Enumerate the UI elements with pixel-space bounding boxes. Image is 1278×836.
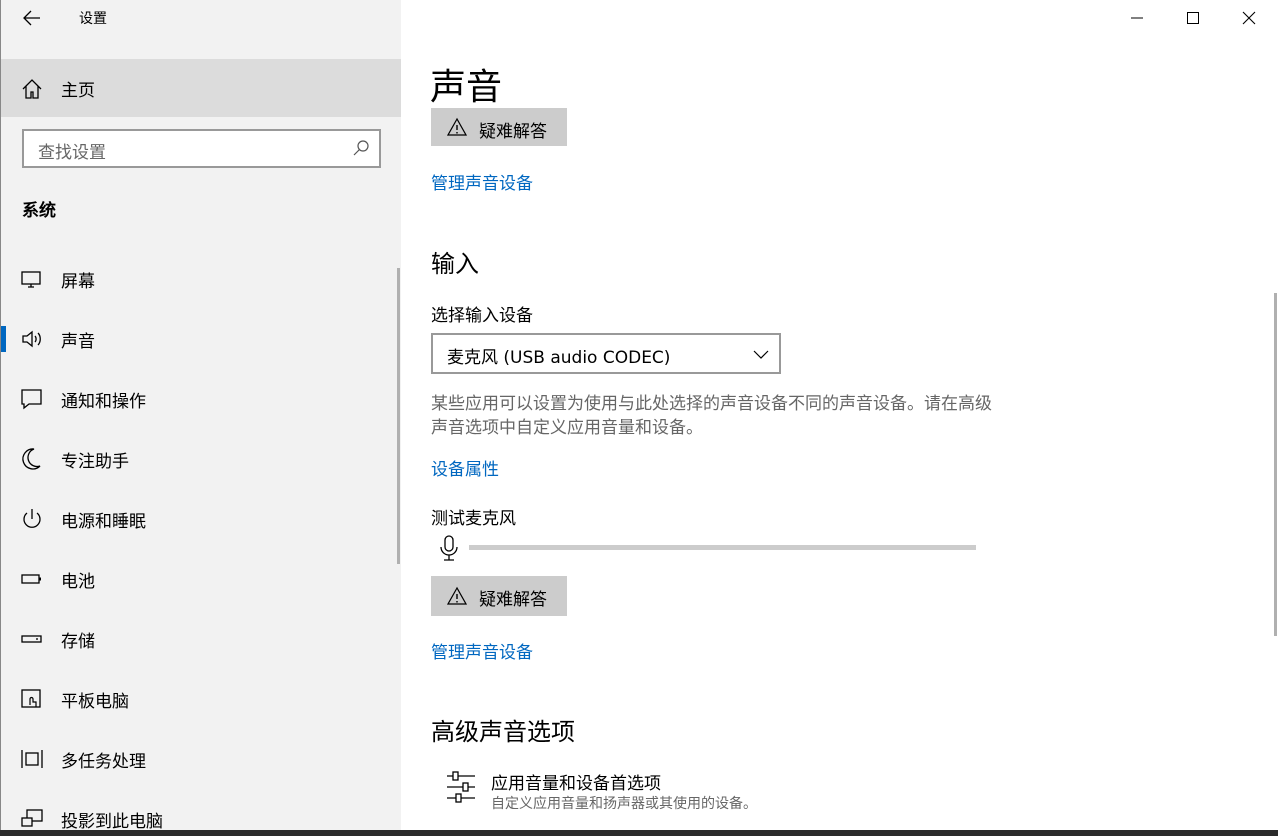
- device-properties-link[interactable]: 设备属性: [431, 455, 499, 480]
- search-placeholder: 查找设置: [38, 143, 106, 163]
- sidebar: 设置 主页 查找设置 系统 屏幕 声音 通知和操作 专注助手 电源和睡眠 电池 …: [1, 0, 401, 830]
- sidebar-item-label: 专注助手: [61, 452, 129, 472]
- sidebar-home-label: 主页: [61, 80, 95, 101]
- power-icon: [23, 509, 41, 528]
- notification-icon: [21, 389, 42, 410]
- input-device-value: 麦克风 (USB audio CODEC): [447, 348, 671, 368]
- input-description: 某些应用可以设置为使用与此处选择的声音设备不同的声音设备。请在高级声音选项中自定…: [431, 394, 992, 438]
- sidebar-item-label: 存储: [61, 632, 95, 652]
- section-title: 系统: [22, 201, 56, 221]
- chevron-down-icon: [753, 350, 769, 359]
- advanced-heading: 高级声音选项: [431, 718, 575, 746]
- maximize-icon: [1187, 12, 1199, 24]
- input-heading: 输入: [431, 250, 479, 278]
- input-device-select[interactable]: 麦克风 (USB audio CODEC): [431, 333, 781, 374]
- search-icon: [353, 140, 369, 156]
- moon-icon: [22, 448, 41, 470]
- warning-icon: [447, 117, 467, 136]
- monitor-icon: [21, 271, 41, 288]
- sidebar-item-tablet[interactable]: 平板电脑: [1, 674, 397, 724]
- tablet-icon: [21, 689, 41, 708]
- app-volume-preferences-link[interactable]: 应用音量和设备首选项: [491, 769, 661, 794]
- input-manage-devices-link[interactable]: 管理声音设备: [431, 638, 533, 663]
- sliders-icon: [447, 771, 475, 803]
- sidebar-item-label: 声音: [61, 332, 95, 352]
- app-volume-preferences-desc: 自定义应用音量和扬声器或其使用的设备。: [491, 796, 757, 812]
- sidebar-item-notifications[interactable]: 通知和操作: [1, 374, 397, 424]
- window-title: 设置: [79, 11, 107, 27]
- troubleshoot-label: 疑难解答: [479, 590, 547, 610]
- minimize-button[interactable]: [1109, 0, 1165, 36]
- test-mic-label: 测试麦克风: [431, 509, 516, 529]
- output-troubleshoot-button[interactable]: 疑难解答: [431, 108, 567, 146]
- sidebar-item-battery[interactable]: 电池: [1, 554, 397, 604]
- sidebar-item-label: 投影到此电脑: [61, 812, 163, 830]
- sidebar-item-label: 电池: [61, 572, 95, 592]
- maximize-button[interactable]: [1165, 0, 1221, 36]
- search-input[interactable]: 查找设置: [22, 129, 381, 168]
- battery-icon: [21, 574, 41, 584]
- sidebar-item-multitasking[interactable]: 多任务处理: [1, 734, 397, 784]
- content-scrollbar[interactable]: [1274, 293, 1277, 636]
- minimize-icon: [1131, 17, 1143, 19]
- sidebar-item-storage[interactable]: 存储: [1, 614, 397, 664]
- mic-level-bar: [469, 545, 976, 550]
- home-icon: [22, 79, 42, 99]
- speaker-icon: [22, 330, 41, 348]
- active-indicator: [1, 326, 6, 352]
- taskbar-edge: [0, 830, 1278, 836]
- sidebar-scrollbar[interactable]: [397, 268, 400, 564]
- sidebar-item-label: 屏幕: [61, 272, 95, 292]
- sidebar-item-label: 电源和睡眠: [61, 512, 146, 532]
- sidebar-item-display[interactable]: 屏幕: [1, 254, 397, 304]
- project-icon: [21, 809, 43, 827]
- sidebar-item-power[interactable]: 电源和睡眠: [1, 494, 397, 544]
- back-button[interactable]: [17, 4, 47, 32]
- sidebar-item-label: 平板电脑: [61, 692, 129, 712]
- sidebar-item-home[interactable]: 主页: [1, 59, 401, 117]
- back-arrow-icon: [23, 10, 40, 26]
- troubleshoot-label: 疑难解答: [479, 122, 547, 142]
- storage-icon: [21, 635, 42, 643]
- warning-icon: [447, 586, 467, 605]
- page-title: 声音: [430, 67, 503, 108]
- sidebar-item-project[interactable]: 投影到此电脑: [1, 794, 397, 830]
- input-troubleshoot-button[interactable]: 疑难解答: [431, 576, 567, 616]
- sidebar-item-label: 多任务处理: [61, 752, 146, 772]
- input-device-label: 选择输入设备: [431, 306, 533, 326]
- multitasking-icon: [21, 750, 43, 768]
- sidebar-item-sound[interactable]: 声音: [1, 314, 397, 364]
- sidebar-item-focus-assist[interactable]: 专注助手: [1, 434, 397, 484]
- sidebar-item-label: 通知和操作: [61, 392, 146, 412]
- close-icon: [1242, 11, 1256, 25]
- microphone-icon: [440, 535, 458, 561]
- output-manage-devices-link[interactable]: 管理声音设备: [431, 169, 533, 194]
- close-button[interactable]: [1221, 0, 1277, 36]
